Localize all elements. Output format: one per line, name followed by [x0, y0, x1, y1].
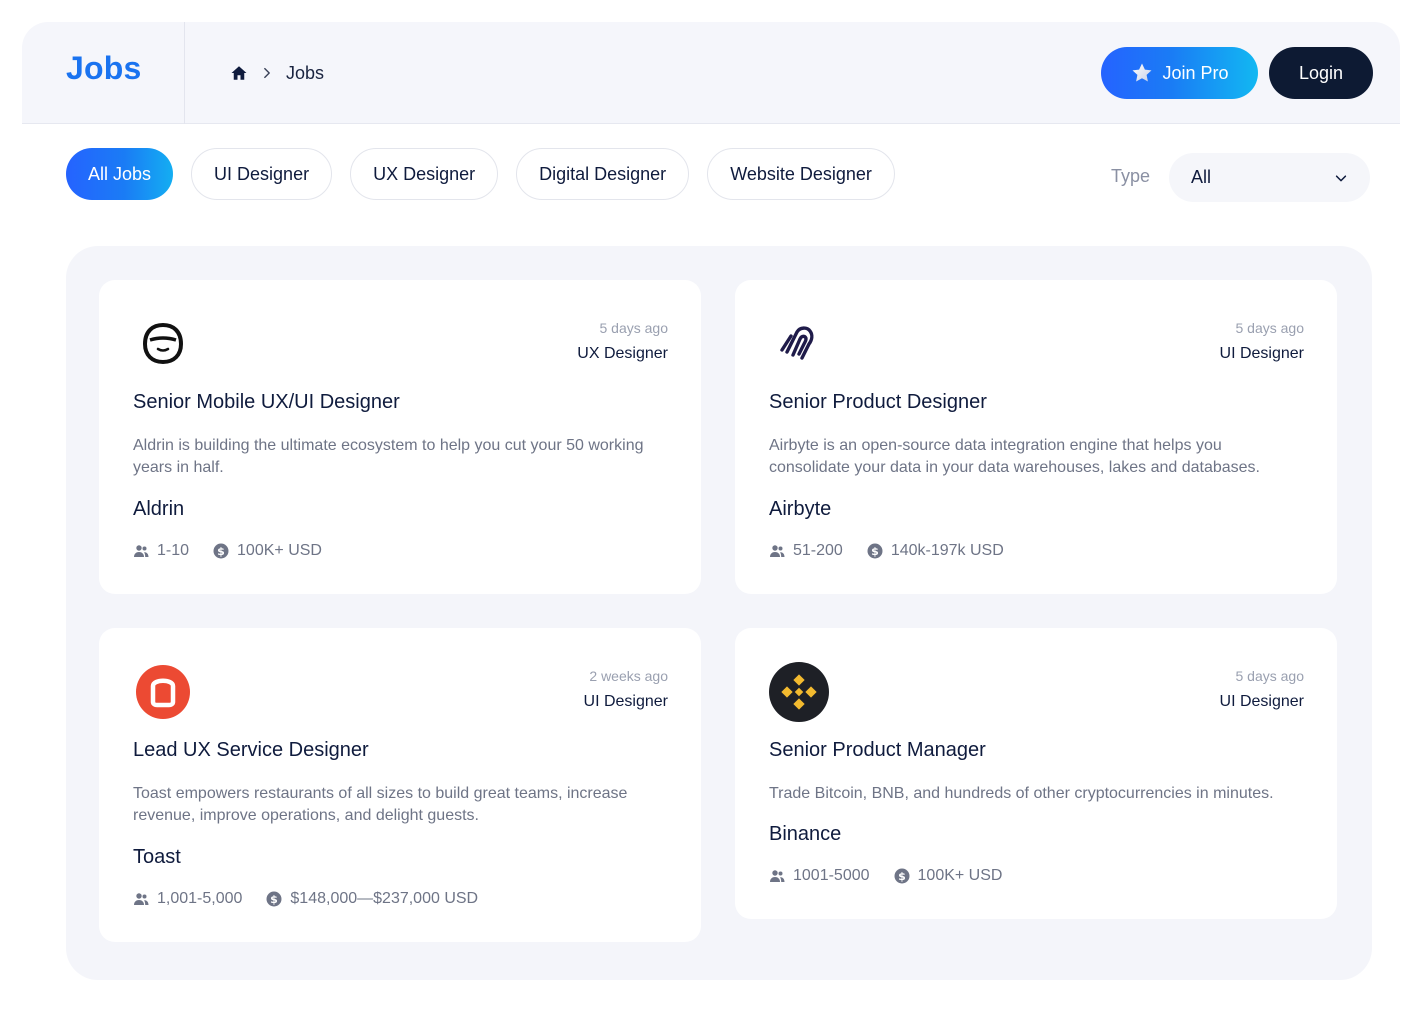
company-size: 51-200	[793, 542, 843, 559]
airbyte-logo	[769, 314, 829, 374]
category-filters: All Jobs UI Designer UX Designer Digital…	[66, 148, 895, 200]
job-card[interactable]: 5 days ago UI Designer Senior Product De…	[735, 280, 1337, 594]
posted-time: 2 weeks ago	[589, 668, 668, 684]
salary-range: $148,000—$237,000 USD	[290, 890, 479, 907]
login-button[interactable]: Login	[1269, 47, 1373, 99]
chevron-right-icon	[260, 66, 274, 80]
brand-title[interactable]: Jobs	[66, 50, 142, 87]
join-pro-button[interactable]: Join Pro	[1101, 47, 1258, 99]
salary-range: 100K+ USD	[917, 867, 1003, 884]
job-stats: 51-200 $ 140k-197k USD	[769, 542, 1004, 560]
job-role: UI Designer	[1219, 345, 1304, 362]
company-name: Airbyte	[769, 498, 832, 520]
job-title[interactable]: Senior Mobile UX/UI Designer	[133, 391, 400, 414]
toast-logo	[133, 662, 193, 722]
type-select[interactable]: All	[1169, 153, 1370, 202]
posted-time: 5 days ago	[1235, 668, 1305, 684]
svg-text:$: $	[871, 545, 879, 558]
filter-ux-designer[interactable]: UX Designer	[350, 148, 499, 200]
type-select-value: All	[1191, 167, 1212, 187]
home-icon[interactable]	[230, 64, 248, 82]
company-size: 1,001-5,000	[157, 890, 243, 907]
job-card[interactable]: 5 days ago UI Designer Senior Product Ma…	[735, 628, 1337, 919]
filter-digital-designer[interactable]: Digital Designer	[516, 148, 690, 200]
company-size: 1001-5000	[793, 867, 870, 884]
job-title[interactable]: Senior Product Manager	[769, 739, 986, 762]
posted-time: 5 days ago	[599, 320, 669, 336]
posted-time: 5 days ago	[1235, 320, 1305, 336]
jobs-panel: 5 days ago UX Designer Senior Mobile UX/…	[66, 246, 1372, 980]
jobs-page: Jobs Jobs Join Pro Login All Jobs UI Des…	[0, 0, 1422, 1020]
breadcrumb: Jobs	[230, 60, 324, 86]
job-title[interactable]: Lead UX Service Designer	[133, 739, 369, 762]
filter-ui-designer[interactable]: UI Designer	[191, 148, 333, 200]
users-icon	[133, 543, 157, 559]
users-icon	[769, 543, 793, 559]
star-icon	[1130, 61, 1154, 85]
job-role: UI Designer	[583, 693, 668, 710]
salary-range: 140k-197k USD	[890, 542, 1004, 559]
svg-text:$: $	[217, 545, 225, 558]
job-stats: 1,001-5,000 $ $148,000—$237,000 USD	[133, 890, 478, 908]
breadcrumb-current: Jobs	[286, 62, 325, 83]
svg-text:$: $	[898, 870, 906, 883]
aldrin-logo	[133, 314, 193, 374]
header-divider	[184, 22, 185, 124]
job-role: UX Designer	[577, 345, 668, 362]
join-pro-label: Join Pro	[1162, 62, 1229, 83]
top-header: Jobs Jobs Join Pro Login	[22, 22, 1400, 124]
dollar-icon: $	[213, 543, 237, 559]
dollar-icon: $	[894, 868, 918, 884]
chevron-down-icon	[1334, 171, 1348, 185]
job-card[interactable]: 5 days ago UX Designer Senior Mobile UX/…	[99, 280, 701, 594]
job-description: Toast empowers restaurants of all sizes …	[133, 785, 628, 824]
company-size: 1-10	[157, 542, 190, 559]
job-card[interactable]: 2 weeks ago UI Designer Lead UX Service …	[99, 628, 701, 942]
users-icon	[133, 891, 157, 907]
job-meta: 5 days ago UI Designer	[1220, 320, 1304, 363]
salary-range: 100K+ USD	[237, 542, 322, 559]
binance-logo	[769, 662, 829, 722]
company-name: Toast	[133, 846, 181, 868]
job-description: Trade Bitcoin, BNB, and hundreds of othe…	[769, 785, 1274, 802]
job-stats: 1001-5000 $ 100K+ USD	[769, 867, 1002, 885]
job-title[interactable]: Senior Product Designer	[769, 391, 987, 414]
job-description: Airbyte is an open-source data integrati…	[769, 437, 1260, 476]
job-meta: 5 days ago UI Designer	[1220, 668, 1304, 711]
job-meta: 2 weeks ago UI Designer	[584, 668, 668, 711]
job-stats: 1-10 $ 100K+ USD	[133, 542, 322, 560]
dollar-icon: $	[867, 543, 891, 559]
filter-website-designer[interactable]: Website Designer	[707, 148, 895, 200]
company-name: Binance	[769, 823, 842, 845]
type-label: Type	[1111, 166, 1151, 186]
svg-text:$: $	[271, 893, 279, 906]
company-name: Aldrin	[133, 498, 185, 520]
job-role: UI Designer	[1219, 693, 1304, 710]
users-icon	[769, 868, 793, 884]
filter-all-jobs[interactable]: All Jobs	[66, 148, 174, 200]
job-description: Aldrin is building the ultimate ecosyste…	[133, 437, 644, 476]
job-meta: 5 days ago UX Designer	[577, 320, 668, 363]
dollar-icon: $	[266, 891, 290, 907]
